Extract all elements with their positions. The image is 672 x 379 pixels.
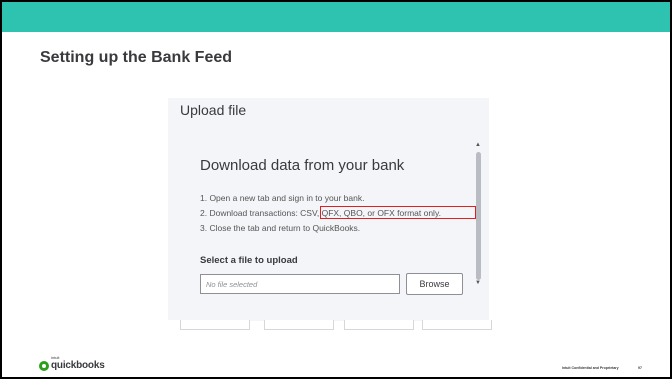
scroll-thumb[interactable] — [476, 152, 481, 280]
quickbooks-logo: intuit quickbooks — [39, 355, 105, 371]
slide: Setting up the Bank Feed Upload file Dow… — [0, 0, 672, 379]
logo-brand-text: quickbooks — [51, 360, 105, 371]
format-highlight-box — [320, 206, 476, 219]
bottom-button-1[interactable] — [180, 320, 250, 330]
file-input[interactable]: No file selected — [200, 274, 400, 294]
scroll-down-icon[interactable]: ▼ — [475, 280, 481, 286]
bottom-button-3[interactable] — [344, 320, 414, 330]
instruction-step-1: 1. Open a new tab and sign in to your ba… — [200, 193, 365, 203]
slide-title: Setting up the Bank Feed — [40, 49, 233, 66]
dialog-scrollbar[interactable]: ▲ ▼ — [474, 138, 482, 290]
quickbooks-logo-icon — [39, 360, 49, 371]
bottom-button-4[interactable] — [422, 320, 492, 330]
page-number: 97 — [638, 366, 642, 370]
confidential-footer: Intuit Confidential and Proprietary — [562, 366, 619, 370]
select-file-label: Select a file to upload — [200, 255, 298, 266]
logo-intuit-text: intuit — [51, 355, 60, 360]
upload-file-dialog: Upload file Download data from your bank… — [168, 98, 489, 321]
scroll-up-icon[interactable]: ▲ — [475, 142, 481, 148]
bottom-button-2[interactable] — [264, 320, 334, 330]
browse-button[interactable]: Browse — [406, 273, 463, 295]
instruction-step-3: 3. Close the tab and return to QuickBook… — [200, 223, 361, 233]
download-heading: Download data from your bank — [200, 157, 405, 174]
dialog-header: Upload file — [180, 102, 247, 118]
slide-top-bar — [2, 0, 670, 32]
download-panel: Download data from your bank 1. Open a n… — [186, 131, 476, 321]
